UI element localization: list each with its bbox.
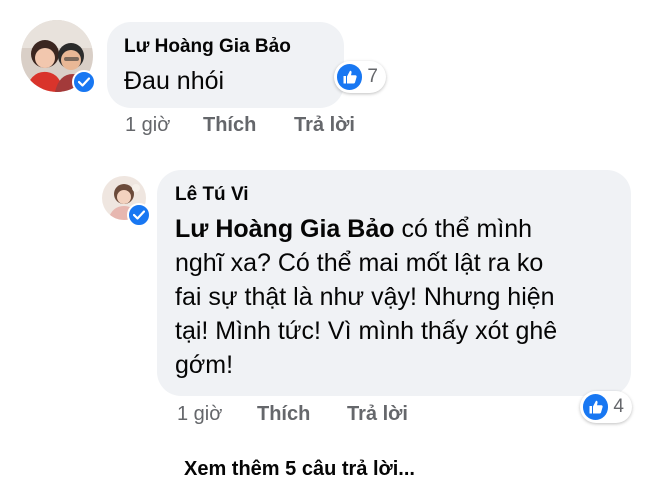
timestamp[interactable]: 1 giờ [125, 114, 170, 137]
thumbs-up-icon [337, 64, 363, 90]
like-button[interactable]: Thích [203, 114, 256, 137]
reply-button[interactable]: Trả lời [294, 114, 355, 137]
comment-text-fragment: có thể mình [394, 215, 533, 243]
reaction-summary[interactable]: 4 [580, 391, 632, 423]
comment-actions: 1 giờ Thích Trả lời [125, 114, 425, 140]
verified-badge-icon [127, 203, 151, 227]
reaction-summary[interactable]: 7 [334, 61, 386, 93]
comment-bubble-1: Lư Hoàng Gia Bảo Đau nhói [107, 22, 344, 108]
comment-actions: 1 giờ Thích Trả lời [177, 403, 477, 429]
comment-author-name[interactable]: Lê Tú Vi [175, 184, 249, 206]
reaction-count: 7 [367, 66, 378, 87]
like-button[interactable]: Thích [257, 403, 310, 426]
user-mention[interactable]: Lư Hoàng Gia Bảo [175, 215, 395, 243]
comment-text-line: nghĩ xa? Có thể mai mốt lật ra ko [175, 249, 544, 277]
comment-text-line: Lư Hoàng Gia Bảo có thể mình [175, 212, 625, 246]
comment-text-line: gớm! [175, 351, 234, 379]
verified-badge-icon [72, 70, 96, 94]
timestamp[interactable]: 1 giờ [177, 403, 222, 426]
reaction-count: 4 [613, 396, 624, 417]
view-more-replies-link[interactable]: Xem thêm 5 câu trả lời... [184, 458, 415, 481]
comment-text: Lư Hoàng Gia Bảo có thể mình nghĩ xa? Có… [175, 212, 625, 382]
comment-bubble-2: Lê Tú Vi Lư Hoàng Gia Bảo có thể mình ng… [157, 170, 631, 396]
comment-author-name[interactable]: Lư Hoàng Gia Bảo [124, 36, 291, 58]
comment-text: Đau nhói [124, 67, 225, 95]
thumbs-up-icon [583, 394, 609, 420]
comment-text-line: fai sự thật là như vậy! Nhưng hiện [175, 283, 555, 311]
reply-button[interactable]: Trả lời [347, 403, 408, 426]
comment-text-line: tại! Mình tức! Vì mình thấy xót ghê [175, 317, 558, 345]
